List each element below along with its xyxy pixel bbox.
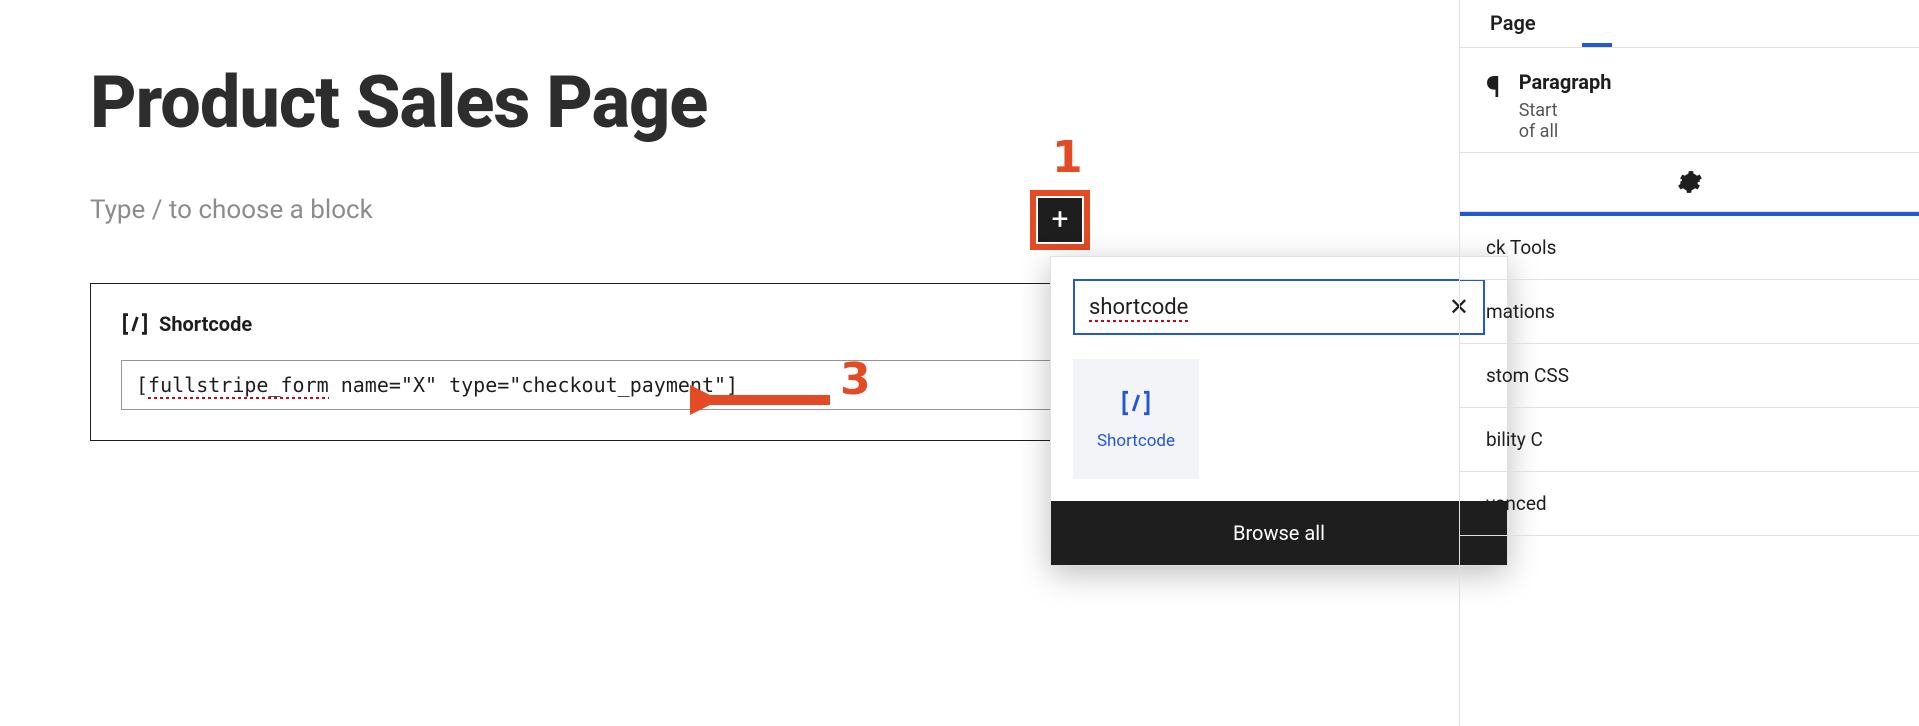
settings-sidebar: Page ¶ Paragraph Start of all ck Tools m… <box>1459 0 1919 726</box>
shortcode-input-wrap[interactable]: [fullstripe_form name="X" type="checkout… <box>121 360 1059 410</box>
tab-block[interactable] <box>1582 19 1612 47</box>
gear-icon[interactable] <box>1677 169 1703 195</box>
block-result-shortcode[interactable]: Shortcode <box>1073 359 1199 479</box>
shortcode-text-underlined: fullstripe_form <box>148 373 329 399</box>
paragraph-icon: ¶ <box>1486 70 1501 105</box>
block-result-label: Shortcode <box>1097 431 1175 451</box>
panel-block-tools[interactable]: ck Tools <box>1460 212 1919 280</box>
panel-animations[interactable]: mations <box>1460 280 1919 344</box>
shortcode-icon <box>121 310 149 338</box>
annotation-3: 3 <box>840 354 871 405</box>
add-block-highlight: + <box>1030 190 1090 250</box>
annotation-1: 1 <box>1052 132 1083 183</box>
block-placeholder[interactable]: Type / to choose a block <box>90 195 1090 225</box>
editor-area: Product Sales Page Type / to choose a bl… <box>90 60 1090 441</box>
annotation-arrow-3 <box>690 380 840 420</box>
shortcode-input[interactable]: [fullstripe_form name="X" type="checkout… <box>136 373 738 399</box>
sidebar-block-title: Paragraph <box>1519 70 1612 94</box>
add-block-button[interactable]: + <box>1038 198 1082 242</box>
shortcode-block-header: Shortcode <box>121 310 1059 338</box>
panel-advanced[interactable]: vanced <box>1460 472 1919 536</box>
plus-icon: + <box>1051 205 1068 235</box>
sidebar-tabs: Page <box>1460 0 1919 48</box>
sidebar-block-desc: Start of all <box>1519 100 1612 142</box>
sidebar-block-header: ¶ Paragraph Start of all <box>1460 48 1919 153</box>
shortcode-text-rest: name="X" type="checkout_payment"] <box>329 373 738 397</box>
panel-visibility[interactable]: bility C <box>1460 408 1919 472</box>
block-search-term: shortcode <box>1089 295 1188 322</box>
shortcode-block[interactable]: Shortcode [fullstripe_form name="X" type… <box>90 283 1090 441</box>
panel-custom-css[interactable]: stom CSS <box>1460 344 1919 408</box>
block-search-input[interactable]: shortcode ✕ <box>1073 279 1485 335</box>
shortcode-icon <box>1120 387 1152 419</box>
tab-page[interactable]: Page <box>1480 0 1546 47</box>
browse-all-button[interactable]: Browse all <box>1051 501 1507 565</box>
shortcode-block-label: Shortcode <box>159 312 252 336</box>
page-title[interactable]: Product Sales Page <box>90 60 1090 145</box>
block-inserter-popover: shortcode ✕ Shortcode Browse all <box>1050 256 1508 566</box>
